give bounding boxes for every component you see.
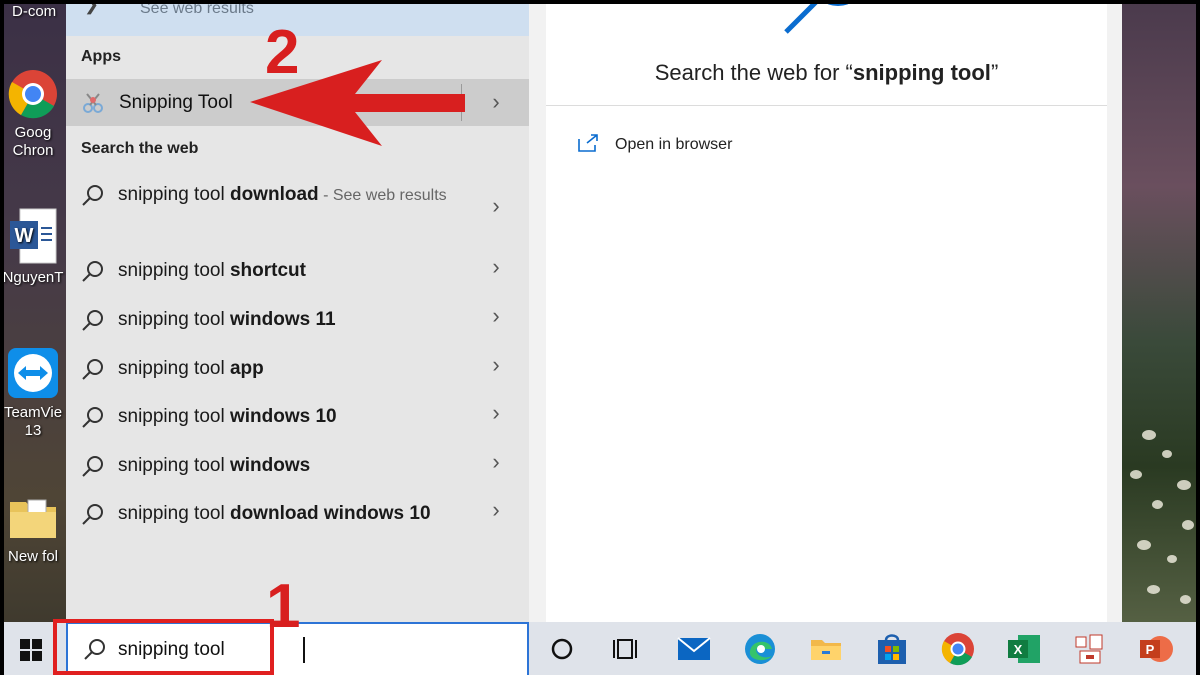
annotation-arrow	[250, 60, 465, 146]
web-suggestion-row[interactable]: snipping tool download windows 10 ›	[66, 497, 529, 530]
web-suggestion-text: snipping tool windows	[118, 452, 468, 480]
apps-section-header: Apps	[81, 48, 121, 65]
search-icon-large	[784, 0, 856, 34]
web-suggestion-text: snipping tool download - See web results	[118, 181, 468, 210]
suggestion-bold: windows	[229, 455, 311, 476]
desktop-icon-label: 13	[24, 422, 42, 439]
cortana-icon[interactable]	[544, 631, 580, 667]
open-in-browser-label: Open in browser	[615, 136, 733, 153]
file-explorer-icon[interactable]	[808, 631, 844, 667]
chevron-icon: ❯	[84, 0, 100, 14]
suggestion-bold: windows 10	[229, 406, 337, 427]
suggestion-suffix: - See web results	[318, 187, 447, 204]
chrome-icon	[8, 70, 57, 119]
desktop-icon-word[interactable]: W NguyenT	[0, 207, 66, 287]
open-external-icon	[578, 134, 598, 152]
powerpoint-icon[interactable]: P	[1138, 631, 1174, 667]
chevron-right-icon[interactable]: ›	[486, 303, 506, 329]
web-suggestion-row[interactable]: snipping tool download - See web results…	[66, 181, 529, 243]
search-icon	[82, 407, 103, 428]
web-suggestion-text: snipping tool shortcut	[118, 257, 468, 285]
search-icon	[82, 504, 103, 525]
chevron-right-icon[interactable]: ›	[486, 449, 506, 475]
chevron-right-icon[interactable]: ›	[486, 352, 506, 378]
suggestion-base: snipping tool	[118, 184, 230, 205]
suggestion-bold: windows 11	[229, 309, 336, 330]
chevron-right-icon[interactable]: ›	[486, 89, 506, 115]
preview-title: Search the web for “snipping tool”	[546, 60, 1107, 86]
wallpaper-mountain	[1122, 0, 1200, 622]
desktop-icon-label: TeamVie	[3, 404, 63, 421]
teamviewer-icon	[8, 348, 58, 398]
chevron-right-icon[interactable]: ›	[486, 497, 506, 523]
preview-header: Search the web for “snipping tool”	[546, 0, 1107, 106]
desktop-icon-label: Chron	[12, 142, 54, 159]
suggestion-base: snipping tool	[118, 503, 230, 524]
web-suggestion-text: snipping tool app	[118, 355, 468, 383]
app-result-label: Snipping Tool	[119, 92, 233, 113]
chevron-right-icon[interactable]: ›	[486, 400, 506, 426]
suggestion-base: snipping tool	[118, 260, 230, 281]
desktop-icon-label: New fol	[7, 548, 59, 565]
excel-icon[interactable]: X	[1006, 631, 1042, 667]
web-suggestion-text: snipping tool windows 10	[118, 403, 468, 431]
mail-icon[interactable]	[676, 631, 712, 667]
suggestion-base: snipping tool	[118, 358, 230, 379]
suggestion-bold: download windows 10	[229, 503, 431, 524]
web-suggestion-row[interactable]: snipping tool app ›	[66, 352, 529, 385]
preview-title-query: snipping tool	[852, 60, 991, 85]
store-icon[interactable]	[874, 631, 910, 667]
web-suggestion-row[interactable]: snipping tool shortcut ›	[66, 254, 529, 287]
suggestion-base: snipping tool	[118, 406, 230, 427]
desktop-icon-teamviewer[interactable]: TeamVie 13	[0, 346, 66, 440]
desktop-icon-label: NguyenT	[2, 269, 64, 286]
preview-panel: Search the web for “snipping tool” Open …	[546, 0, 1107, 622]
annotation-step-1: 1	[266, 572, 301, 641]
web-suggestion-row[interactable]: snipping tool windows 10 ›	[66, 400, 529, 433]
see-web-results-label: See web results	[140, 0, 254, 17]
annotation-highlight-box	[53, 619, 274, 675]
suggestion-bold: shortcut	[229, 260, 306, 281]
suggestion-base: snipping tool	[118, 455, 230, 476]
search-icon	[82, 310, 103, 331]
search-icon	[82, 359, 103, 380]
search-icon	[82, 261, 103, 282]
desktop-icon-new-folder[interactable]: New fol	[0, 490, 66, 566]
desktop-icon-chrome[interactable]: Goog Chron	[0, 68, 66, 160]
web-suggestion-row[interactable]: snipping tool windows ›	[66, 449, 529, 482]
suggestion-base: snipping tool	[118, 309, 230, 330]
search-icon	[82, 185, 103, 206]
web-suggestion-row[interactable]: snipping tool windows 11 ›	[66, 303, 529, 336]
chrome-icon[interactable]	[940, 631, 976, 667]
edge-icon[interactable]	[742, 631, 778, 667]
web-suggestion-text: snipping tool download windows 10	[118, 500, 468, 528]
windows-start-icon[interactable]	[20, 639, 42, 661]
text-cursor	[303, 637, 305, 663]
suggestion-bold: download	[229, 184, 319, 205]
preview-title-prefix: Search the web for “	[654, 60, 853, 85]
preview-title-suffix: ”	[990, 60, 999, 85]
folder-icon	[10, 499, 56, 538]
web-suggestion-text: snipping tool windows 11	[118, 306, 468, 334]
desktop-icon-label: Goog	[14, 124, 52, 141]
desktop-top-label: D-com	[12, 3, 57, 20]
svg-text:P: P	[1146, 642, 1155, 657]
search-icon	[82, 456, 103, 477]
app-icon[interactable]	[1072, 631, 1108, 667]
suggestion-bold: app	[229, 358, 264, 379]
svg-text:W: W	[15, 225, 34, 247]
task-view-icon[interactable]	[608, 631, 644, 667]
word-document-icon: W	[10, 208, 57, 264]
chevron-right-icon[interactable]: ›	[486, 193, 506, 219]
search-web-section-header: Search the web	[81, 140, 199, 157]
chevron-right-icon[interactable]: ›	[486, 254, 506, 280]
svg-text:X: X	[1014, 642, 1023, 657]
snipping-tool-icon	[83, 93, 103, 113]
